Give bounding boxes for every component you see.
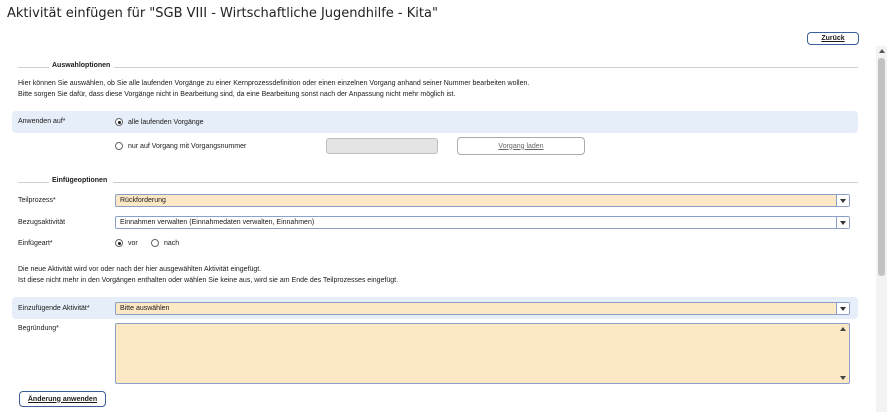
radio-all-vorgaenge-label[interactable]: alle laufenden Vorgänge: [128, 119, 204, 126]
einfuege-info-line2: Ist diese nicht mehr in den Vorgängen en…: [18, 277, 399, 284]
radio-einfuegeart-vor-label[interactable]: vor: [128, 240, 138, 247]
bezugsaktivitaet-select[interactable]: Einnahmen verwalten (Einnahmedaten verwa…: [115, 216, 850, 229]
scroll-down-arrow-icon[interactable]: [840, 376, 846, 380]
bezugsaktivitaet-value: Einnahmen verwalten (Einnahmedaten verwa…: [120, 219, 315, 226]
teilprozess-select[interactable]: Rückforderung: [115, 194, 850, 207]
scrollbar-thumb[interactable]: [878, 58, 885, 276]
chevron-down-icon[interactable]: [836, 217, 849, 228]
divider: [113, 182, 858, 183]
divider: [18, 67, 49, 68]
einzufuegende-aktivitaet-select[interactable]: Bitte auswählen: [115, 302, 850, 315]
einfuegeart-label: Einfügeart*: [18, 240, 53, 247]
teilprozess-label: Teilprozess*: [18, 197, 56, 204]
auswahl-section-header: Auswahloptionen: [18, 62, 858, 72]
radio-single-vorgang[interactable]: [115, 142, 123, 150]
radio-single-vorgang-label[interactable]: nur auf Vorgang mit Vorgangsnummer: [128, 143, 246, 150]
radio-all-vorgaenge[interactable]: [115, 118, 123, 126]
radio-einfuegeart-nach-label[interactable]: nach: [164, 240, 179, 247]
auswahl-info-line2: Bitte sorgen Sie dafür, dass diese Vorgä…: [18, 91, 456, 98]
scroll-up-arrow-icon[interactable]: [878, 49, 885, 53]
back-button[interactable]: Zurück: [807, 32, 859, 45]
page-scrollbar[interactable]: [876, 46, 887, 412]
bezugsaktivitaet-label: Bezugsaktivität: [18, 219, 66, 226]
page-title: Aktivität einfügen für "SGB VIII - Wirts…: [7, 6, 438, 21]
einzufuegende-aktivitaet-label: Einzufügende Aktivität*: [18, 305, 90, 312]
einzufuegende-aktivitaet-value: Bitte auswählen: [120, 305, 170, 312]
radio-einfuegeart-nach[interactable]: [151, 239, 159, 247]
anwenden-label: Anwenden auf*: [18, 118, 66, 125]
einfuege-heading: Einfügeoptionen: [52, 177, 108, 184]
auswahl-info-line1: Hier können Sie auswählen, ob Sie alle l…: [18, 80, 530, 87]
chevron-down-icon[interactable]: [836, 303, 849, 314]
apply-changes-button[interactable]: Änderung anwenden: [19, 391, 106, 407]
auswahl-heading: Auswahloptionen: [52, 62, 111, 69]
scroll-up-arrow-icon[interactable]: [840, 327, 846, 331]
begruendung-label: Begründung*: [18, 325, 59, 332]
chevron-down-icon[interactable]: [836, 195, 849, 206]
einfuege-section-header: Einfügeoptionen: [18, 177, 858, 187]
einfuege-info-line1: Die neue Aktivität wird vor oder nach de…: [18, 266, 262, 273]
vorgang-laden-button: Vorgang laden: [457, 137, 585, 155]
begruendung-textarea[interactable]: [115, 323, 850, 384]
divider: [114, 67, 858, 68]
teilprozess-value: Rückforderung: [120, 197, 166, 204]
vorgangsnummer-input: [326, 138, 438, 154]
divider: [18, 182, 49, 183]
radio-einfuegeart-vor[interactable]: [115, 239, 123, 247]
